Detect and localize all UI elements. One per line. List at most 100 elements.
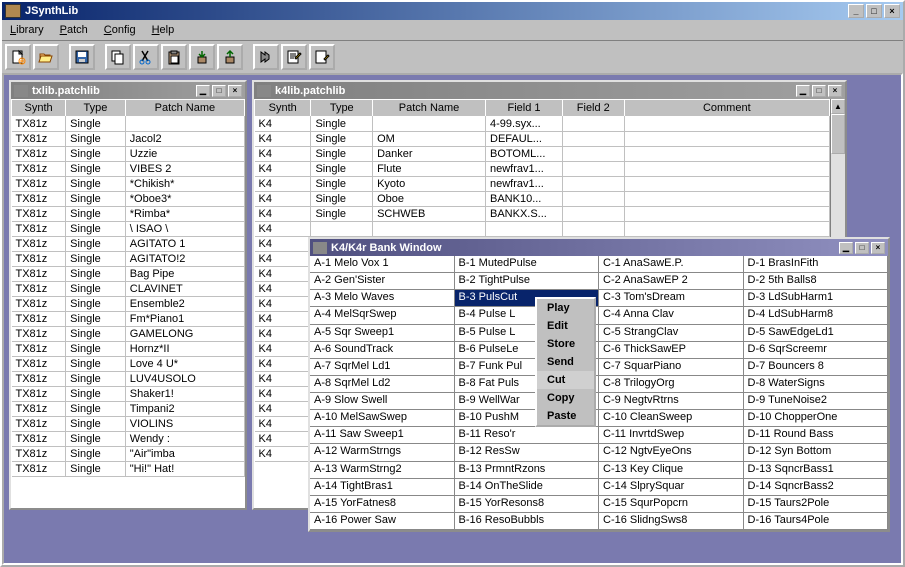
bank-cell[interactable]: D-6 SqrScreemr <box>744 342 889 359</box>
bank-cell[interactable]: D-4 LdSubHarm8 <box>744 307 889 324</box>
window-k4lib-title[interactable]: k4lib.patchlib ▁ □ × <box>254 82 845 99</box>
context-copy[interactable]: Copy <box>537 389 594 407</box>
table-cell[interactable] <box>624 177 829 192</box>
table-cell[interactable]: Flute <box>373 162 486 177</box>
table-cell[interactable]: K4 <box>255 117 311 132</box>
close-button[interactable]: × <box>884 4 900 18</box>
context-store[interactable]: Store <box>537 335 594 353</box>
table-cell[interactable]: Danker <box>373 147 486 162</box>
bank-cell[interactable]: B-16 ResoBubbls <box>455 513 600 530</box>
table-cell[interactable]: Single <box>66 447 126 462</box>
table-cell[interactable] <box>563 117 625 132</box>
table-cell[interactable]: K4 <box>255 192 311 207</box>
edit-icon[interactable] <box>281 44 307 70</box>
bank-cell[interactable]: B-2 TightPulse <box>455 273 600 290</box>
window-bank[interactable]: K4/K4r Bank Window ▁ □ × A-1 Melo Vox 1B… <box>308 237 890 532</box>
table-cell[interactable]: K4 <box>255 147 311 162</box>
bank-cell[interactable]: A-12 WarmStrngs <box>310 444 455 461</box>
win-max-icon[interactable]: □ <box>812 85 826 97</box>
table-cell[interactable]: K4 <box>255 432 311 447</box>
table-cell[interactable] <box>563 132 625 147</box>
table-cell[interactable]: K4 <box>255 372 311 387</box>
bank-cell[interactable]: C-3 Tom'sDream <box>599 290 744 307</box>
table-cell[interactable]: 4-99.syx... <box>486 117 563 132</box>
bank-cell[interactable]: B-12 ResSw <box>455 444 600 461</box>
bank-cell[interactable]: D-8 WaterSigns <box>744 376 889 393</box>
table-cell[interactable]: Fm*Piano1 <box>125 312 244 327</box>
table-cell[interactable]: Single <box>66 162 126 177</box>
table-cell[interactable]: K4 <box>255 357 311 372</box>
table-cell[interactable]: Single <box>66 237 126 252</box>
window-txlib-title[interactable]: txlib.patchlib ▁ □ × <box>11 82 245 99</box>
bank-cell[interactable]: A-3 Melo Waves <box>310 290 455 307</box>
bank-cell[interactable]: B-13 PrmntRzons <box>455 462 600 479</box>
table-cell[interactable]: K4 <box>255 387 311 402</box>
bank-cell[interactable]: C-15 SqurPopcrn <box>599 496 744 513</box>
table-cell[interactable] <box>624 207 829 222</box>
table-cell[interactable]: Bag Pipe <box>125 267 244 282</box>
table-cell[interactable]: TX81z <box>12 297 66 312</box>
table-cell[interactable]: TX81z <box>12 267 66 282</box>
table-cell[interactable] <box>373 117 486 132</box>
table-cell[interactable]: Single <box>66 177 126 192</box>
table-cell[interactable] <box>486 222 563 237</box>
table-cell[interactable]: Single <box>311 147 373 162</box>
new-icon[interactable] <box>5 44 31 70</box>
table-cell[interactable]: TX81z <box>12 312 66 327</box>
bank-cell[interactable]: D-12 Syn Bottom <box>744 444 889 461</box>
window-bank-title[interactable]: K4/K4r Bank Window ▁ □ × <box>310 239 888 256</box>
table-cell[interactable]: Hornz*II <box>125 342 244 357</box>
table-cell[interactable]: newfrav1... <box>486 177 563 192</box>
bank-cell[interactable]: D-10 ChopperOne <box>744 410 889 427</box>
bank-cell[interactable]: C-6 ThickSawEP <box>599 342 744 359</box>
column-header[interactable]: Patch Name <box>125 100 244 117</box>
table-cell[interactable]: Single <box>66 357 126 372</box>
table-cell[interactable]: SCHWEB <box>373 207 486 222</box>
table-cell[interactable] <box>624 132 829 147</box>
context-send[interactable]: Send <box>537 353 594 371</box>
table-cell[interactable]: Single <box>311 192 373 207</box>
table-cell[interactable]: K4 <box>255 402 311 417</box>
bank-cell[interactable]: C-7 SquarPiano <box>599 359 744 376</box>
table-cell[interactable]: TX81z <box>12 417 66 432</box>
table-cell[interactable]: TX81z <box>12 282 66 297</box>
bank-cell[interactable]: A-14 TightBras1 <box>310 479 455 496</box>
context-play[interactable]: Play <box>537 299 594 317</box>
table-cell[interactable]: Love 4 U* <box>125 357 244 372</box>
bank-cell[interactable]: A-9 Slow Swell <box>310 393 455 410</box>
open-icon[interactable] <box>33 44 59 70</box>
table-cell[interactable]: Single <box>66 207 126 222</box>
table-cell[interactable]: TX81z <box>12 402 66 417</box>
table-cell[interactable]: K4 <box>255 177 311 192</box>
export-icon[interactable] <box>217 44 243 70</box>
table-cell[interactable]: BOTOML... <box>486 147 563 162</box>
table-cell[interactable]: AGITATO 1 <box>125 237 244 252</box>
win-min-icon[interactable]: ▁ <box>839 242 853 254</box>
bank-cell[interactable]: A-6 SoundTrack <box>310 342 455 359</box>
table-cell[interactable]: TX81z <box>12 372 66 387</box>
table-cell[interactable]: TX81z <box>12 222 66 237</box>
bank-cell[interactable]: A-2 Gen'Sister <box>310 273 455 290</box>
txlib-table[interactable]: SynthTypePatch NameTX81zSingleTX81zSingl… <box>11 99 245 508</box>
table-cell[interactable] <box>563 162 625 177</box>
table-cell[interactable] <box>624 222 829 237</box>
bank-cell[interactable]: A-5 Sqr Sweep1 <box>310 325 455 342</box>
table-cell[interactable] <box>563 177 625 192</box>
table-cell[interactable]: Single <box>66 432 126 447</box>
table-cell[interactable]: TX81z <box>12 147 66 162</box>
bank-cell[interactable]: A-11 Saw Sweep1 <box>310 427 455 444</box>
context-cut[interactable]: Cut <box>537 371 594 389</box>
table-cell[interactable]: DEFAUL... <box>486 132 563 147</box>
table-cell[interactable]: Single <box>66 222 126 237</box>
bank-cell[interactable]: A-7 SqrMel Ld1 <box>310 359 455 376</box>
table-cell[interactable]: VIOLINS <box>125 417 244 432</box>
scroll-thumb[interactable] <box>831 114 845 154</box>
table-cell[interactable]: TX81z <box>12 432 66 447</box>
column-header[interactable]: Field 2 <box>563 100 625 117</box>
column-header[interactable]: Type <box>66 100 126 117</box>
window-txlib[interactable]: txlib.patchlib ▁ □ × SynthTypePatch Name… <box>9 80 247 510</box>
table-cell[interactable]: Single <box>311 207 373 222</box>
table-cell[interactable]: newfrav1... <box>486 162 563 177</box>
table-cell[interactable]: K4 <box>255 342 311 357</box>
table-cell[interactable]: TX81z <box>12 237 66 252</box>
